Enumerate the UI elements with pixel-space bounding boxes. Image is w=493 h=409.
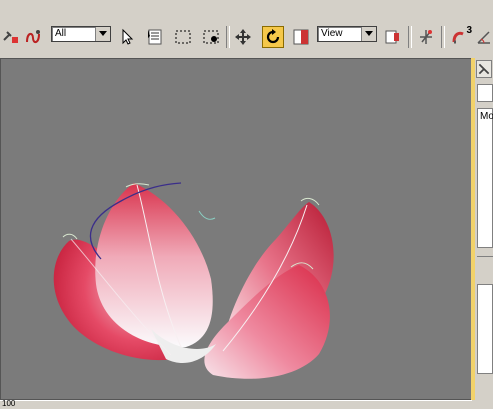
snap-mode-superscript: 3 <box>466 25 472 36</box>
selection-filter-dropdown[interactable]: All <box>51 26 111 42</box>
snaps-toggle-icon[interactable]: 3 <box>447 25 473 48</box>
toolbar-separator <box>226 26 230 48</box>
rotate-icon[interactable] <box>262 26 284 48</box>
select-by-name-icon[interactable] <box>144 26 166 48</box>
reference-coord-value: View <box>321 28 343 39</box>
create-tab-icon[interactable] <box>476 60 492 78</box>
reference-coord-dropdown[interactable]: View <box>317 26 377 42</box>
toolbar-separator <box>408 26 412 48</box>
window-crossing-icon[interactable] <box>200 26 222 48</box>
object-name-field[interactable] <box>477 84 493 102</box>
chevron-down-icon <box>361 27 376 41</box>
toolbar-separator <box>441 26 445 48</box>
angle-snap-icon[interactable] <box>473 26 493 48</box>
time-slider-value: 100 <box>2 399 16 408</box>
modifier-stack[interactable] <box>477 284 493 374</box>
move-icon[interactable] <box>232 26 254 48</box>
panel-divider <box>477 256 493 257</box>
command-panel: Mo <box>475 58 493 408</box>
scale-icon[interactable] <box>290 26 312 48</box>
select-object-icon[interactable] <box>116 26 138 48</box>
unlink-icon[interactable] <box>0 26 22 48</box>
select-manipulate-icon[interactable] <box>415 26 437 48</box>
perspective-viewport[interactable] <box>0 58 472 400</box>
modifier-list[interactable]: Mo <box>477 108 493 248</box>
pivot-center-icon[interactable] <box>382 26 404 48</box>
bind-space-warp-icon[interactable] <box>22 26 44 48</box>
main-toolbar: All View 3 <box>0 0 493 59</box>
selection-filter-value: All <box>55 28 67 39</box>
rectangular-selection-icon[interactable] <box>172 26 194 48</box>
modifier-list-label: Mo <box>480 111 493 122</box>
chevron-down-icon <box>95 27 110 41</box>
lotus-flower-model[interactable] <box>1 59 471 399</box>
